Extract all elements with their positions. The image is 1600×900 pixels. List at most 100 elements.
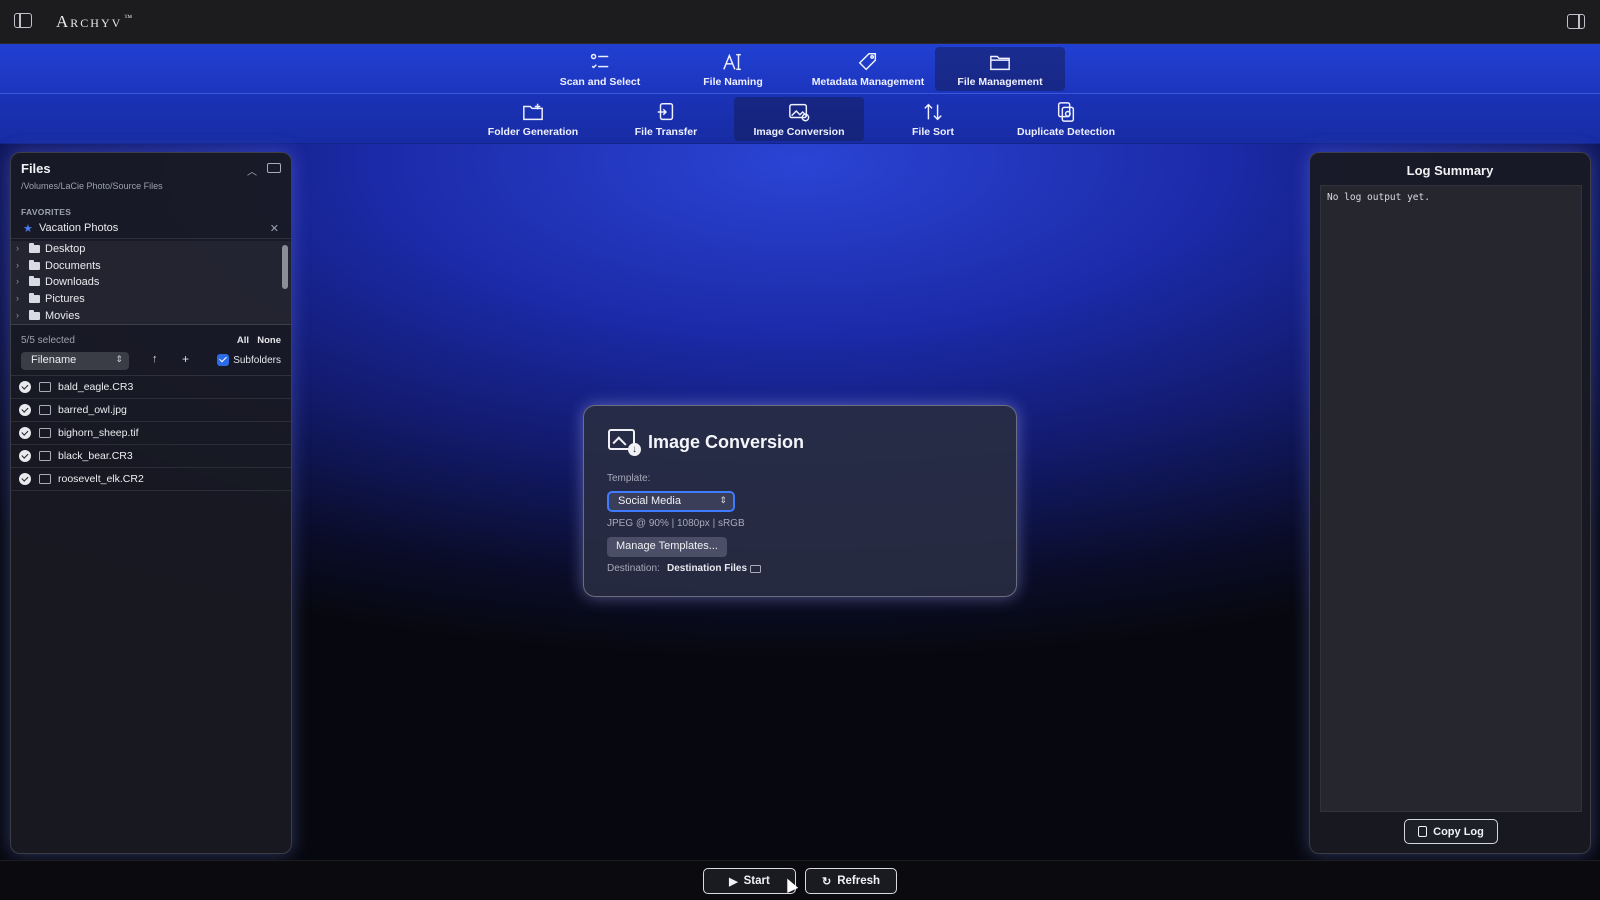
tree-item-desktop[interactable]: › Desktop (11, 241, 291, 258)
image-icon (39, 474, 51, 484)
favorite-item[interactable]: ★ Vacation Photos ✕ (11, 219, 291, 239)
tab-scan-and-select[interactable]: Scan and Select (535, 47, 665, 91)
tab-duplicate-detection[interactable]: Duplicate Detection (1001, 97, 1131, 141)
tree-scrollbar[interactable] (282, 245, 288, 289)
file-row[interactable]: roosevelt_elk.CR2 (11, 468, 291, 491)
chevron-up-icon[interactable]: ︿ (247, 163, 257, 178)
chevron-updown-icon: ⇕ (115, 354, 123, 364)
chevron-right-icon[interactable]: › (16, 293, 19, 303)
folder-icon (29, 276, 40, 287)
image-convert-icon (788, 100, 810, 124)
check-circle-icon[interactable] (19, 450, 31, 462)
copy-icon (1418, 826, 1428, 837)
log-panel: Log Summary No log output yet. Copy Log (1309, 152, 1591, 854)
image-icon (39, 405, 51, 415)
file-row[interactable]: black_bear.CR3 (11, 445, 291, 468)
folder-icon[interactable] (750, 565, 761, 573)
select-all-button[interactable]: All (237, 335, 249, 346)
duplicate-icon (1055, 100, 1077, 124)
chevron-right-icon[interactable]: › (16, 243, 19, 253)
image-icon (39, 382, 51, 392)
tab-folder-generation[interactable]: Folder Generation (468, 97, 598, 141)
files-title: Files (21, 161, 51, 176)
tree-item-label: Movies (45, 309, 80, 322)
tab-label: File Sort (911, 126, 954, 138)
star-icon: ★ (23, 223, 33, 235)
tab-label: File Naming (703, 76, 763, 88)
tab-file-sort[interactable]: File Sort (868, 97, 998, 141)
sort-by-value: Filename (31, 354, 77, 366)
tree-item-label: Documents (45, 259, 101, 272)
tag-icon (857, 50, 879, 74)
new-folder-icon[interactable] (267, 163, 281, 173)
file-list: bald_eagle.CR3 barred_owl.jpg bighorn_sh… (11, 375, 291, 491)
tab-label: Image Conversion (753, 126, 845, 138)
check-circle-icon[interactable] (19, 381, 31, 393)
file-row[interactable]: bighorn_sheep.tif (11, 422, 291, 445)
main-toolbar: Scan and Select File Naming Metadata Man… (0, 44, 1600, 94)
tab-metadata-management[interactable]: Metadata Management (801, 47, 935, 91)
sort-by-select[interactable]: Filename ⇕ (21, 352, 129, 370)
inspector-toggle-icon[interactable] (1567, 14, 1585, 29)
chevron-right-icon[interactable]: › (16, 260, 19, 270)
tree-item-label: Downloads (45, 276, 100, 289)
title-bar: Archyv ™ (0, 0, 1600, 44)
chevron-updown-icon: ⇕ (719, 495, 727, 505)
folder-plus-icon (522, 100, 544, 124)
checkbox-checked-icon[interactable] (217, 354, 230, 366)
sort-direction-icon[interactable]: ↑ (152, 353, 158, 365)
tree-item-downloads[interactable]: › Downloads (11, 274, 291, 291)
check-circle-icon[interactable] (19, 473, 31, 485)
chevron-right-icon[interactable]: › (16, 310, 19, 320)
file-row[interactable]: bald_eagle.CR3 (11, 376, 291, 399)
card-title: Image Conversion (648, 432, 805, 452)
sort-arrows-icon (922, 100, 944, 124)
tab-file-management[interactable]: File Management (935, 47, 1065, 91)
folder-icon (29, 309, 40, 320)
template-select[interactable]: Social Media ⇕ (607, 491, 735, 512)
tab-image-conversion[interactable]: Image Conversion (734, 97, 864, 141)
file-name: bald_eagle.CR3 (58, 381, 134, 393)
image-conversion-card: Image Conversion Template: Social Media … (583, 405, 1017, 597)
copy-log-button[interactable]: Copy Log (1404, 819, 1498, 844)
bottom-bar: ▶ Start ↻ Refresh (0, 860, 1600, 900)
close-icon[interactable]: ✕ (270, 222, 279, 235)
add-icon[interactable]: + (182, 352, 189, 366)
image-icon (39, 451, 51, 461)
tab-label: Folder Generation (487, 126, 579, 138)
tree-item-documents[interactable]: › Documents (11, 258, 291, 275)
copy-log-label: Copy Log (1433, 825, 1484, 838)
chevron-right-icon[interactable]: › (16, 276, 19, 286)
template-label: Template: (607, 473, 651, 484)
folder-icon (989, 50, 1011, 74)
manage-templates-button[interactable]: Manage Templates... (607, 537, 727, 557)
sidebar-toggle-icon[interactable] (14, 13, 32, 28)
tree-item-pictures[interactable]: › Pictures (11, 291, 291, 308)
log-title: Log Summary (1406, 163, 1494, 178)
check-circle-icon[interactable] (19, 404, 31, 416)
tab-label: Duplicate Detection (1016, 126, 1116, 138)
file-name: bighorn_sheep.tif (58, 427, 139, 439)
text-cursor-icon (722, 50, 744, 74)
folder-icon (29, 243, 40, 253)
destination-value: Destination Files (667, 563, 748, 574)
log-output[interactable]: No log output yet. (1320, 185, 1582, 812)
file-row[interactable]: barred_owl.jpg (11, 399, 291, 422)
select-none-button[interactable]: None (257, 335, 281, 346)
play-icon: ▶ (729, 875, 738, 888)
template-value: Social Media (618, 495, 681, 507)
folder-icon (29, 293, 40, 304)
file-transfer-icon (655, 100, 677, 124)
scan-select-icon (589, 50, 611, 74)
tab-file-transfer[interactable]: File Transfer (601, 97, 731, 141)
subfolders-checkbox[interactable]: Subfolders (217, 354, 281, 366)
tab-file-naming[interactable]: File Naming (668, 47, 798, 91)
refresh-icon: ↻ (821, 875, 832, 888)
sub-toolbar: Folder Generation File Transfer Image Co… (0, 94, 1600, 144)
tree-item-movies[interactable]: › Movies (11, 308, 291, 325)
check-circle-icon[interactable] (19, 427, 31, 439)
refresh-button[interactable]: ↻ Refresh (805, 868, 897, 894)
tab-label: Metadata Management (811, 76, 925, 88)
app-logo: Archyv ™ (56, 12, 133, 31)
template-description: JPEG @ 90% | 1080px | sRGB (607, 518, 745, 529)
